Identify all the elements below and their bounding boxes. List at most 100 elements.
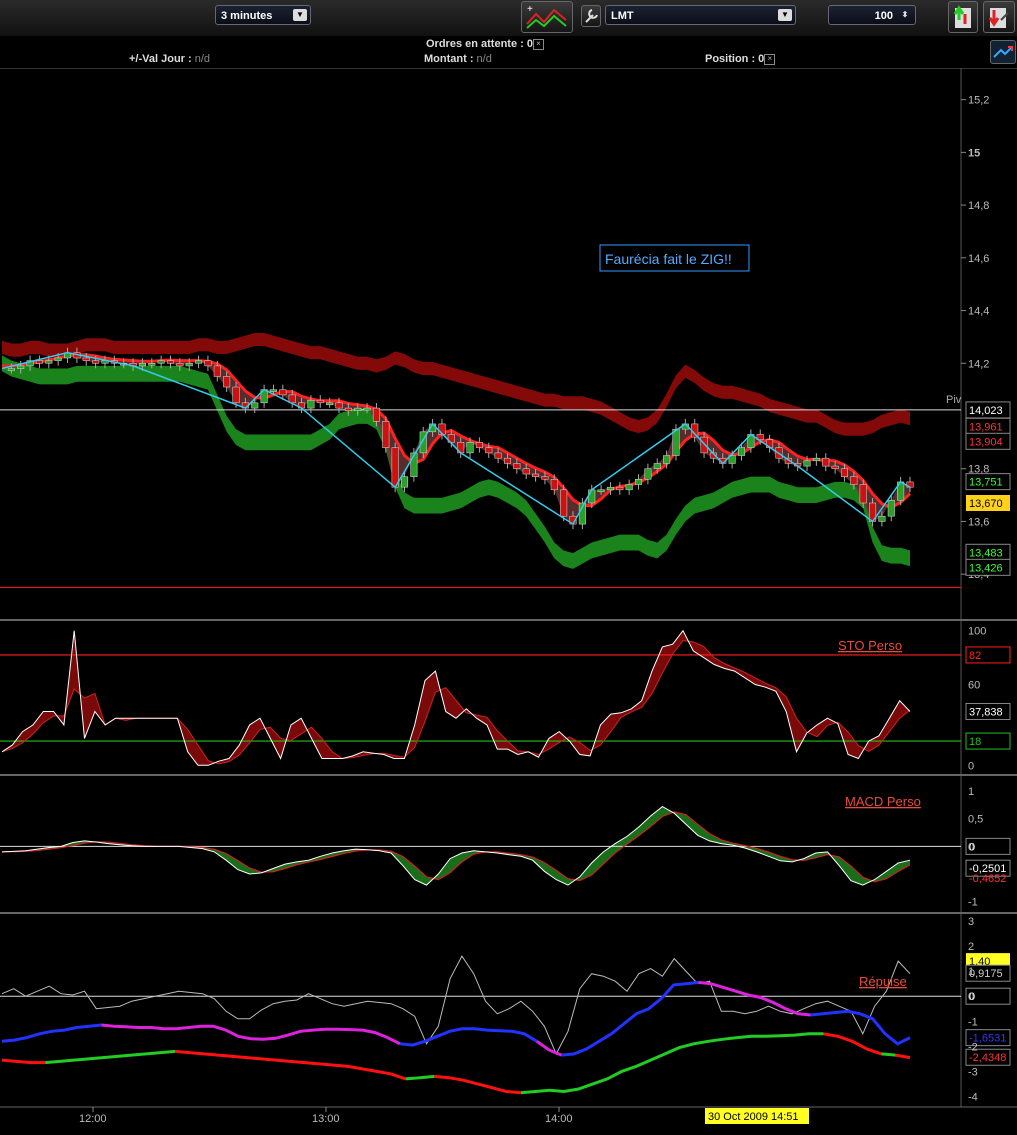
candle: [513, 463, 521, 469]
candle: [850, 476, 858, 485]
repulse-slow-segment: [881, 1052, 896, 1057]
repulse-medium-segment: [1, 1023, 102, 1043]
candle: [176, 363, 184, 367]
repulse-tick-label: 2: [968, 941, 974, 953]
macd-tick-label: 1: [968, 786, 974, 798]
candle: [400, 476, 409, 488]
candle: [382, 421, 390, 448]
candle: [522, 468, 530, 475]
sto-title: STO Perso: [838, 638, 902, 653]
repulse-medium-segment: [399, 1027, 538, 1047]
candle: [887, 500, 895, 517]
sto-line: [1, 629, 911, 766]
repulse-slow-segment: [823, 1032, 882, 1056]
repulse-tick-label: -2: [968, 1041, 978, 1053]
sto-fill: [2, 630, 910, 766]
price-tick-label: 15: [968, 147, 980, 159]
upper-envelope-band: [2, 333, 910, 436]
repulse-slow-segment: [405, 1074, 435, 1081]
candle: [185, 363, 193, 367]
candle: [166, 360, 175, 364]
candle: [54, 357, 62, 361]
candle: [213, 365, 221, 377]
candle: [92, 360, 100, 364]
candle: [148, 363, 156, 366]
axis-labels: 15,21514,814,614,414,213,813,613,414,023…: [79, 95, 1011, 1125]
repulse-medium-segment: [698, 980, 811, 1017]
candle: [195, 360, 203, 364]
candle: [803, 460, 811, 467]
repulse-slow-segment: [434, 1074, 522, 1095]
candle: [560, 489, 568, 517]
candle: [138, 363, 146, 367]
candle: [157, 360, 165, 364]
candle: [45, 360, 53, 364]
pivot-label: Piv: [946, 394, 962, 406]
sto-last-label: 37,838: [969, 706, 1003, 718]
candle: [251, 402, 259, 409]
candle: [485, 447, 493, 454]
price-value-label: 13,670: [969, 498, 1003, 510]
candle: [737, 447, 746, 456]
annotation-text: Faurécia fait le ZIG!!: [605, 251, 732, 267]
repulse-tick-label: -3: [968, 1066, 978, 1078]
candle: [859, 484, 867, 504]
candle: [541, 476, 549, 480]
time-tick-label: 12:00: [79, 1113, 107, 1125]
price-tick-label: 14,4: [968, 306, 989, 318]
candle: [878, 515, 886, 522]
candle: [653, 463, 661, 469]
chart-canvas[interactable]: 821837,838 0-0,2501-0,4652 1,400,91750-1…: [0, 0, 1017, 1135]
macd-panel: 0-0,2501-0,4652: [0, 805, 1011, 886]
candle: [372, 407, 380, 422]
repulse-title: Répulse: [859, 974, 907, 989]
candle: [840, 468, 849, 477]
price-tick-label: 14,6: [968, 253, 989, 265]
repulse-tick-label: 3: [968, 916, 974, 928]
candle: [17, 365, 25, 369]
candle: [391, 447, 399, 488]
candle: [223, 376, 231, 388]
sto-level-label: 18: [969, 736, 981, 748]
candle: [831, 465, 839, 469]
candle: [344, 407, 352, 411]
repulse-slow-segment: [45, 1049, 176, 1065]
price-panel: [0, 333, 961, 588]
candle: [279, 389, 287, 396]
lower-envelope-band: [2, 355, 910, 569]
time-tick-label: 13:00: [312, 1113, 340, 1125]
repulse-tick-label: 0: [968, 991, 974, 1003]
macd-last-label-2: -0,4652: [969, 873, 1006, 885]
candle: [466, 442, 474, 454]
candle: [316, 399, 324, 404]
price-value-label: 13,426: [969, 562, 1003, 574]
price-tick-label: 14,8: [968, 200, 989, 212]
repulse-tick-label: -1: [968, 1016, 978, 1028]
candle: [475, 442, 483, 448]
candle: [625, 484, 633, 491]
sto-tick-label: 0: [968, 760, 974, 772]
repulse-medium-segment: [561, 980, 699, 1057]
repulse-slow-segment: [1, 1058, 46, 1065]
candle: [672, 428, 680, 456]
sto-level-label: 82: [969, 650, 981, 662]
repulse-tick-label: 1: [968, 966, 974, 978]
repulse-medium-segment: [810, 1009, 911, 1046]
price-value-label: 13,904: [969, 436, 1003, 448]
candle: [812, 457, 820, 462]
macd-tick-label: 0,5: [968, 814, 983, 826]
repulse-fast-line: [1, 955, 911, 1056]
candle: [606, 486, 614, 491]
repulse-slow-segment: [174, 1049, 407, 1081]
candle: [616, 486, 624, 491]
candle: [644, 468, 652, 480]
candle: [335, 402, 343, 409]
price-value-label: 13,961: [969, 421, 1003, 433]
price-value-label: 14,023: [969, 405, 1003, 417]
repulse-slow-segment: [520, 1032, 824, 1095]
candle: [354, 407, 362, 411]
candle: [326, 402, 334, 406]
repulse-value-label: -2,4348: [969, 1052, 1006, 1064]
sto-tick-label: 60: [968, 680, 980, 692]
candle: [550, 479, 558, 491]
